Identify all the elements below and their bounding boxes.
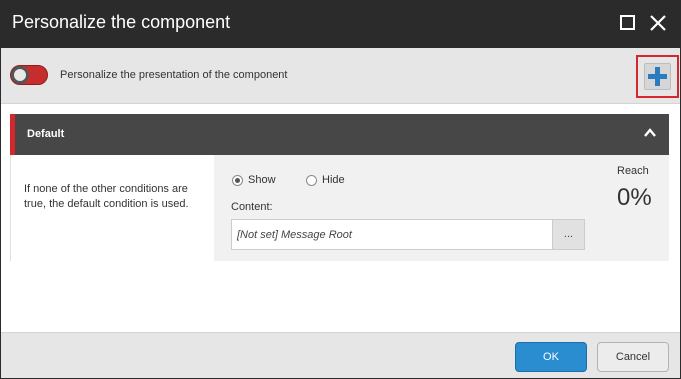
close-button[interactable] bbox=[648, 13, 668, 33]
personalize-toolbar: Personalize the presentation of the comp… bbox=[1, 48, 680, 104]
content-value: [Not set] Message Root bbox=[237, 229, 352, 241]
dialog-title: Personalize the component bbox=[12, 12, 231, 32]
reach-label: Reach bbox=[617, 165, 649, 177]
condition-panel: Default If none of the other conditions … bbox=[10, 114, 669, 261]
plus-icon bbox=[648, 67, 667, 86]
collapse-button[interactable] bbox=[643, 126, 657, 140]
condition-header[interactable]: Default bbox=[10, 114, 669, 155]
reach-value: 0% bbox=[617, 184, 652, 211]
personalize-dialog: Personalize the component Personalize th… bbox=[0, 0, 681, 379]
show-label: Show bbox=[248, 174, 276, 186]
toolbar-description: Personalize the presentation of the comp… bbox=[60, 69, 288, 81]
maximize-button[interactable] bbox=[618, 13, 638, 33]
active-condition-marker bbox=[10, 114, 15, 155]
radio-selected-dot bbox=[235, 178, 240, 183]
browse-content-button[interactable]: ... bbox=[553, 219, 585, 250]
close-icon bbox=[650, 15, 666, 31]
show-radio-button[interactable] bbox=[232, 175, 243, 186]
add-condition-button[interactable] bbox=[644, 63, 671, 90]
condition-description-area: If none of the other conditions are true… bbox=[11, 155, 214, 261]
ok-button[interactable]: OK bbox=[515, 342, 587, 372]
condition-title: Default bbox=[27, 128, 65, 140]
toggle-knob bbox=[11, 66, 29, 84]
condition-description: If none of the other conditions are true… bbox=[24, 183, 189, 210]
hide-label: Hide bbox=[322, 174, 345, 186]
condition-settings: Show Hide Content: [Not set] Message Roo… bbox=[214, 155, 669, 261]
dialog-footer: OK Cancel bbox=[1, 332, 680, 378]
add-condition-highlight bbox=[636, 55, 679, 98]
personalization-toggle[interactable] bbox=[10, 65, 48, 85]
chevron-up-icon bbox=[644, 128, 656, 137]
hide-radio-button[interactable] bbox=[306, 175, 317, 186]
content-label: Content: bbox=[231, 201, 273, 213]
content-field[interactable]: [Not set] Message Root bbox=[231, 219, 553, 250]
maximize-icon bbox=[620, 15, 635, 30]
title-bar: Personalize the component bbox=[1, 1, 680, 48]
cancel-button[interactable]: Cancel bbox=[597, 342, 669, 372]
